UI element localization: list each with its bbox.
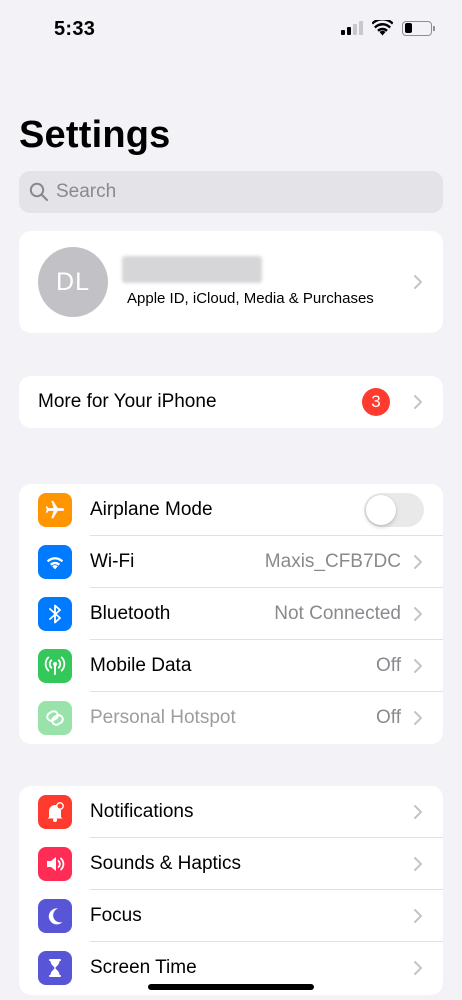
mobile-data-label: Mobile Data [90, 655, 192, 676]
search-input[interactable] [56, 181, 416, 203]
more-for-iphone-label: More for Your iPhone [38, 391, 217, 412]
page-title: Settings [19, 114, 171, 156]
personal-hotspot-label: Personal Hotspot [90, 707, 236, 728]
apple-id-subtitle: Apple ID, iCloud, Media & Purchases [127, 290, 374, 307]
settings-row-sounds-haptics[interactable]: Sounds & Haptics [19, 838, 443, 890]
antenna-icon [38, 649, 72, 683]
bluetooth-value: Not Connected [274, 603, 401, 624]
moon-icon [38, 899, 72, 933]
settings-row-mobile-data[interactable]: Mobile Data Off [19, 640, 443, 692]
connectivity-group: Airplane Mode Wi-Fi Maxis_CFB7DC Bluetoo… [19, 484, 443, 744]
chevron-right-icon [414, 555, 422, 569]
focus-label: Focus [90, 905, 142, 926]
search-bar[interactable] [19, 171, 443, 213]
settings-row-bluetooth[interactable]: Bluetooth Not Connected [19, 588, 443, 640]
search-icon [29, 182, 49, 202]
home-indicator[interactable] [148, 984, 314, 990]
chevron-right-icon [414, 607, 422, 621]
general-group: Notifications Sounds & Haptics Focus Scr… [19, 786, 443, 995]
chevron-right-icon [414, 275, 422, 289]
notifications-label: Notifications [90, 801, 194, 822]
personal-hotspot-value: Off [376, 707, 401, 728]
chevron-right-icon [414, 711, 422, 725]
mobile-data-value: Off [376, 655, 401, 676]
bluetooth-label: Bluetooth [90, 603, 171, 624]
wifi-label: Wi-Fi [90, 551, 135, 572]
account-name-redacted [122, 256, 262, 283]
bell-icon [38, 795, 72, 829]
sounds-haptics-label: Sounds & Haptics [90, 853, 242, 874]
status-time: 5:33 [54, 18, 96, 40]
notification-badge: 3 [362, 388, 390, 416]
chevron-right-icon [414, 805, 422, 819]
status-bar: 5:33 [0, 0, 462, 60]
hotspot-icon [38, 701, 72, 735]
airplane-mode-label: Airplane Mode [90, 499, 213, 520]
speaker-icon [38, 847, 72, 881]
wifi-status-icon [372, 20, 393, 36]
wifi-value: Maxis_CFB7DC [264, 551, 401, 572]
status-icons [341, 20, 435, 36]
wifi-icon [38, 545, 72, 579]
settings-row-wifi[interactable]: Wi-Fi Maxis_CFB7DC [19, 536, 443, 588]
battery-icon [402, 20, 435, 36]
airplane-mode-toggle[interactable] [364, 493, 424, 527]
more-for-iphone-row[interactable]: More for Your iPhone 3 [19, 376, 443, 428]
apple-id-card[interactable]: DL Apple ID, iCloud, Media & Purchases [19, 231, 443, 333]
airplane-icon [38, 493, 72, 527]
screen-time-label: Screen Time [90, 957, 197, 978]
chevron-right-icon [414, 395, 422, 409]
settings-row-personal-hotspot[interactable]: Personal Hotspot Off [19, 692, 443, 744]
chevron-right-icon [414, 857, 422, 871]
hourglass-icon [38, 951, 72, 985]
avatar: DL [38, 247, 108, 317]
bluetooth-icon [38, 597, 72, 631]
settings-row-notifications[interactable]: Notifications [19, 786, 443, 838]
settings-row-airplane-mode[interactable]: Airplane Mode [19, 484, 443, 536]
chevron-right-icon [414, 961, 422, 975]
cellular-signal-icon [341, 21, 363, 35]
settings-row-focus[interactable]: Focus [19, 890, 443, 942]
chevron-right-icon [414, 659, 422, 673]
chevron-right-icon [414, 909, 422, 923]
